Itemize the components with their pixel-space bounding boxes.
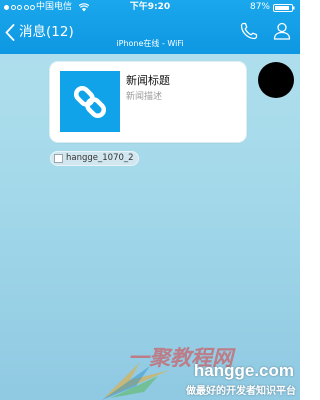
battery-icon bbox=[273, 4, 295, 12]
news-description: 新闻描述 bbox=[126, 92, 163, 102]
header: 中国电信 下午9:20 87% 消息(12) iPhone在线 - WiFi bbox=[0, 0, 300, 54]
read-receipt-label: hangge_1070_2 bbox=[66, 153, 134, 163]
chat-screen: 中国电信 下午9:20 87% 消息(12) iPhone在线 - WiFi 新… bbox=[0, 0, 300, 400]
avatar[interactable] bbox=[258, 62, 294, 98]
battery-percent: 87% bbox=[249, 2, 270, 12]
news-message-bubble[interactable]: 新闻标题 新闻描述 bbox=[50, 62, 246, 142]
news-title: 新闻标题 bbox=[126, 74, 170, 87]
watermark-slogan: 做最好的开发者知识平台 bbox=[186, 386, 296, 397]
image-icon bbox=[54, 154, 63, 163]
status-bar: 中国电信 下午9:20 87% bbox=[0, 0, 300, 15]
watermark-domain: hangge.com bbox=[193, 361, 294, 380]
news-thumbnail bbox=[60, 71, 120, 132]
person-icon[interactable] bbox=[273, 22, 291, 40]
phone-icon[interactable] bbox=[240, 22, 258, 40]
site-watermark: 一聚教程网 hangge.com 做最好的开发者知识平台 bbox=[100, 340, 300, 400]
read-receipt-chip: hangge_1070_2 bbox=[50, 151, 139, 166]
link-icon bbox=[74, 85, 106, 119]
